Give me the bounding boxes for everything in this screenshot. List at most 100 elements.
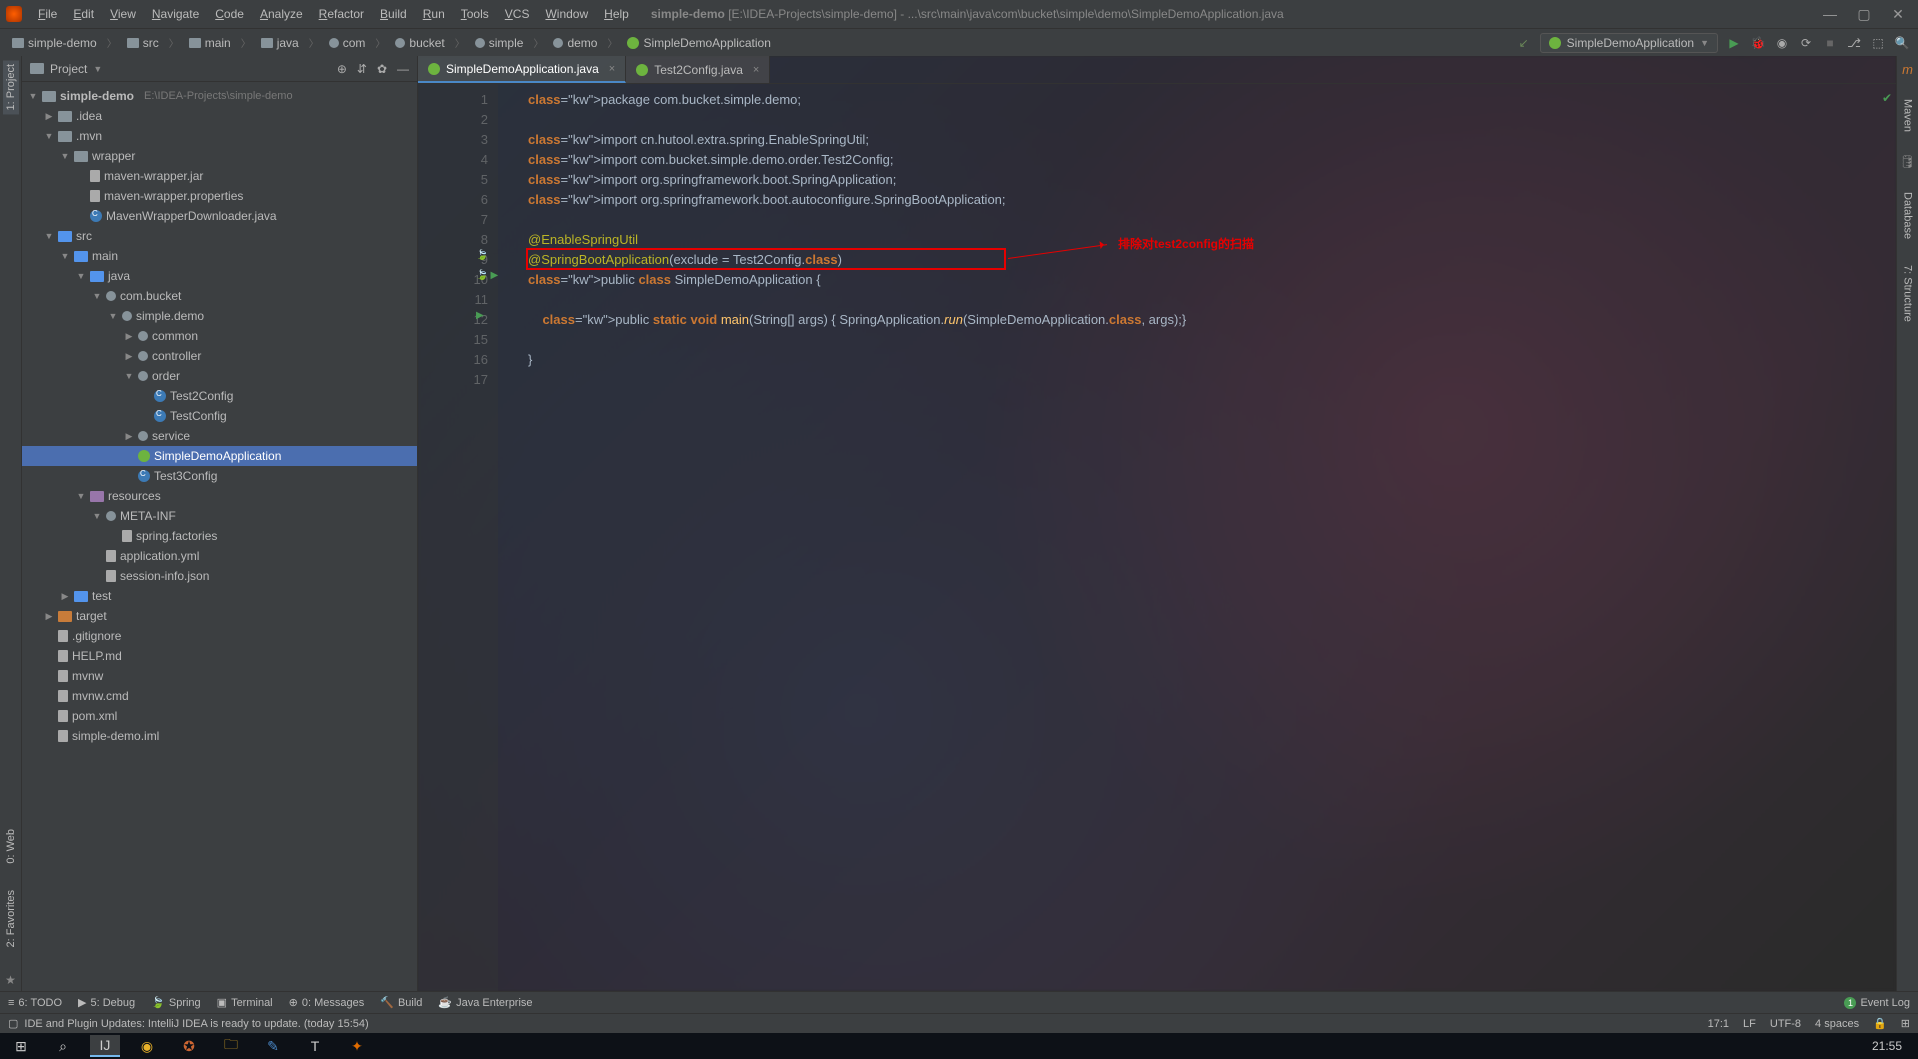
gutter-run-icon[interactable]: 🍃 [476, 250, 488, 261]
tree-node[interactable]: HELP.md [22, 646, 417, 666]
profile-button[interactable]: ⟳ [1798, 35, 1814, 51]
tree-node[interactable]: .gitignore [22, 626, 417, 646]
taskbar-app-orange[interactable]: ✦ [342, 1035, 372, 1057]
line-gutter[interactable]: 123456789101112151617 [418, 84, 498, 991]
code-line[interactable]: class="kw">import org.springframework.bo… [528, 190, 1896, 210]
close-tab-icon[interactable]: × [753, 64, 759, 76]
tree-node[interactable]: maven-wrapper.jar [22, 166, 417, 186]
tree-node[interactable]: Test2Config [22, 386, 417, 406]
maximize-button[interactable]: ▢ [1850, 3, 1878, 25]
breadcrumb-item[interactable]: bucket [391, 35, 448, 51]
tree-node[interactable]: ▼ order [22, 366, 417, 386]
taskbar-app-note[interactable]: ✎ [258, 1035, 288, 1057]
bottom-tool-5-debug[interactable]: ▶5: Debug [78, 996, 135, 1009]
code-line[interactable] [528, 370, 1896, 390]
bottom-tool-build[interactable]: 🔨Build [380, 996, 422, 1009]
tree-node[interactable]: ▶ target [22, 606, 417, 626]
code-line[interactable] [528, 210, 1896, 230]
hide-icon[interactable]: — [397, 62, 409, 76]
web-tool-tab[interactable]: 0: Web [3, 825, 19, 868]
tree-node[interactable]: maven-wrapper.properties [22, 186, 417, 206]
breadcrumb-item[interactable]: simple [471, 35, 528, 51]
tree-node[interactable]: ▶ controller [22, 346, 417, 366]
tree-node[interactable]: ▼ META-INF [22, 506, 417, 526]
tree-node[interactable]: ▼ java [22, 266, 417, 286]
search-button[interactable]: 🔍 [1894, 35, 1910, 51]
tree-node[interactable]: mvnw [22, 666, 417, 686]
bottom-tool-terminal[interactable]: ▣Terminal [217, 996, 273, 1009]
menu-window[interactable]: Window [539, 5, 594, 23]
menu-code[interactable]: Code [209, 5, 250, 23]
bottom-tool-6-todo[interactable]: ≡6: TODO [8, 997, 62, 1009]
code-line[interactable]: class="kw">public class SimpleDemoApplic… [528, 270, 1896, 290]
menu-help[interactable]: Help [598, 5, 635, 23]
tree-node[interactable]: application.yml [22, 546, 417, 566]
tree-node[interactable]: ▼ resources [22, 486, 417, 506]
structure-tool-tab[interactable]: 7: Structure [1900, 261, 1916, 326]
menu-view[interactable]: View [104, 5, 142, 23]
tree-node[interactable]: simple-demo.iml [22, 726, 417, 746]
tree-node[interactable]: ▶ common [22, 326, 417, 346]
favorites-tool-tab[interactable]: 2: Favorites [3, 886, 19, 951]
line-separator[interactable]: LF [1743, 1018, 1756, 1030]
breadcrumb-item[interactable]: simple-demo [8, 35, 101, 51]
code-line[interactable]: class="kw">import com.bucket.simple.demo… [528, 150, 1896, 170]
os-clock[interactable]: 21:55 [1872, 1039, 1912, 1053]
taskbar-app-explorer[interactable]: 🗀 [216, 1035, 246, 1057]
tree-node[interactable]: session-info.json [22, 566, 417, 586]
gutter-run-icon[interactable]: ▶ [476, 310, 484, 321]
close-button[interactable]: ✕ [1884, 3, 1912, 25]
project-view-selector[interactable]: Project ▼ [30, 62, 102, 76]
run-config-selector[interactable]: SimpleDemoApplication ▼ [1540, 33, 1718, 53]
bottom-tool-spring[interactable]: 🍃Spring [151, 996, 201, 1009]
minimize-button[interactable]: — [1816, 3, 1844, 25]
debug-button[interactable]: 🐞 [1750, 35, 1766, 51]
stop-button[interactable]: ■ [1822, 35, 1838, 51]
menu-vcs[interactable]: VCS [499, 5, 536, 23]
code-line[interactable]: class="kw">import org.springframework.bo… [528, 170, 1896, 190]
code-line[interactable] [528, 330, 1896, 350]
code-line[interactable] [528, 110, 1896, 130]
code-line[interactable]: class="kw">public static void main(Strin… [528, 310, 1896, 330]
close-tab-icon[interactable]: × [609, 63, 615, 75]
maven-tool-tab[interactable]: Maven [1900, 95, 1916, 136]
menu-file[interactable]: File [32, 5, 63, 23]
run-button[interactable]: ▶ [1726, 35, 1742, 51]
code-line[interactable] [528, 290, 1896, 310]
code-line[interactable]: class="kw">import cn.hutool.extra.spring… [528, 130, 1896, 150]
menu-tools[interactable]: Tools [455, 5, 495, 23]
tree-root[interactable]: ▼ simple-demoE:\IDEA-Projects\simple-dem… [22, 86, 417, 106]
bottom-tool-0-messages[interactable]: ⊕0: Messages [289, 996, 365, 1009]
code-line[interactable]: class="kw">package com.bucket.simple.dem… [528, 90, 1896, 110]
select-opened-icon[interactable]: ⊕ [337, 62, 347, 76]
git-button[interactable]: ⎇ [1846, 35, 1862, 51]
tree-node[interactable]: mvnw.cmd [22, 686, 417, 706]
taskbar-app-chrome[interactable]: ◉ [132, 1035, 162, 1057]
editor-tab[interactable]: Test2Config.java× [626, 56, 770, 83]
menu-refactor[interactable]: Refactor [313, 5, 370, 23]
status-icon[interactable]: ▢ [8, 1017, 18, 1030]
tree-node[interactable]: ▼ src [22, 226, 417, 246]
breadcrumb-item[interactable]: src [123, 35, 163, 51]
database-tool-tab[interactable]: Database [1900, 188, 1916, 243]
tree-node[interactable]: ▶ service [22, 426, 417, 446]
menu-edit[interactable]: Edit [67, 5, 100, 23]
menu-navigate[interactable]: Navigate [146, 5, 205, 23]
settings-icon[interactable]: ✿ [377, 62, 387, 76]
bottom-tool-java-enterprise[interactable]: ☕Java Enterprise [438, 996, 532, 1009]
breadcrumb-item[interactable]: java [257, 35, 303, 51]
project-tool-tab[interactable]: 1: Project [3, 60, 19, 114]
project-tree[interactable]: ▼ simple-demoE:\IDEA-Projects\simple-dem… [22, 82, 417, 991]
tree-node[interactable]: ▶ .idea [22, 106, 417, 126]
file-encoding[interactable]: UTF-8 [1770, 1018, 1801, 1030]
tree-node[interactable]: ▼ com.bucket [22, 286, 417, 306]
code-line[interactable]: } [528, 350, 1896, 370]
event-log-button[interactable]: 1 Event Log [1844, 997, 1910, 1009]
readonly-icon[interactable]: 🔒 [1873, 1017, 1887, 1030]
tree-node[interactable]: TestConfig [22, 406, 417, 426]
menu-analyze[interactable]: Analyze [254, 5, 309, 23]
tree-node[interactable]: spring.factories [22, 526, 417, 546]
breadcrumb-item[interactable]: main [185, 35, 235, 51]
indent-config[interactable]: 4 spaces [1815, 1018, 1859, 1030]
coverage-button[interactable]: ◉ [1774, 35, 1790, 51]
